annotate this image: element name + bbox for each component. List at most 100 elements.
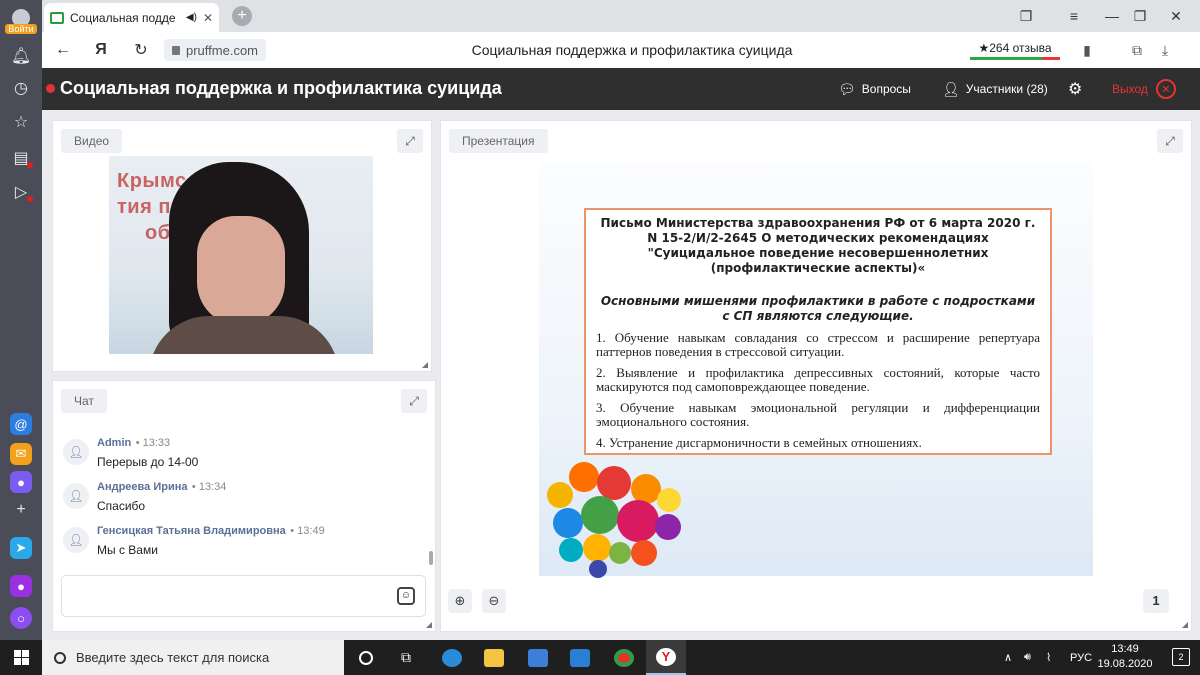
task-view-icon[interactable]: ⧉ (386, 640, 426, 675)
address-bar: ← Я ↻ pruffme.com Социальная поддержка и… (42, 32, 1200, 68)
tray-chevron-icon[interactable]: ∧ (1004, 640, 1012, 675)
mail-icon[interactable] (560, 640, 600, 675)
close-window-icon[interactable]: ✕ (1156, 0, 1196, 32)
chrome-icon[interactable] (604, 640, 644, 675)
tab-active[interactable]: Социальная подде ◀) ✕ (44, 3, 219, 32)
menu-icon[interactable]: ≡ (1054, 0, 1094, 32)
expand-video-icon[interactable]: ⤢ (397, 129, 423, 153)
clock-time: 13:49 (1111, 643, 1139, 655)
video-panel-label: Видео (61, 129, 123, 153)
collections-icon[interactable]: ▤ (0, 142, 42, 174)
video-panel: Видео ⤢ Крымс тр тия пр ального об (52, 120, 432, 372)
login-label: Войти (5, 23, 37, 34)
chat-input[interactable]: ☺ (61, 575, 426, 617)
slide-list-item: 3. Обучение навыкам эмоциональной регуля… (596, 400, 1040, 429)
telegram-icon[interactable]: ➤ (0, 532, 42, 564)
clock[interactable]: 13:49 19.08.2020 (1096, 642, 1154, 672)
downloads-icon[interactable]: ⤓ (1150, 32, 1180, 68)
cortana-icon[interactable] (346, 640, 386, 675)
slide-subheading: Основными мишенями профилактики в работе… (600, 294, 1036, 323)
speaker-icon[interactable]: ◀) (186, 12, 197, 23)
add-app-icon[interactable]: + (0, 494, 42, 526)
tabs-overview-icon[interactable]: ❐ (1006, 0, 1046, 32)
participants-button[interactable]: 👤︎ Участники (28) (942, 68, 1048, 110)
url-field[interactable]: pruffme.com (164, 39, 267, 61)
webinar-title: Социальная поддержка и профилактика суиц… (60, 78, 502, 98)
chat-message: 👤︎ Генсицкая Татьяна Владимировна • 13:4… (61, 521, 433, 565)
slide-text-box: Письмо Министерства здравоохранения РФ о… (584, 208, 1052, 455)
resize-handle-icon[interactable] (426, 622, 432, 628)
back-icon[interactable]: ← (48, 32, 78, 68)
zoom-in-icon[interactable]: ⊕ (448, 589, 472, 613)
lock-icon (172, 45, 180, 55)
yandex-browser-icon[interactable]: Y (646, 640, 686, 675)
expand-chat-icon[interactable]: ⤢ (401, 389, 427, 413)
rating-bar (970, 57, 1060, 60)
taskbar-search[interactable]: Введите здесь текст для поиска (42, 640, 344, 675)
chat-message: 👤︎ Admin • 13:33 Перерыв до 14-00 (61, 433, 433, 477)
slide-list-item: 4. Устранение дисгармоничности в семейны… (596, 435, 922, 450)
message-text: Перерыв до 14-00 (97, 455, 199, 469)
store-icon[interactable] (518, 640, 558, 675)
exit-label: Выход (1112, 82, 1148, 96)
alice-icon[interactable]: ○ (0, 602, 42, 634)
questions-button[interactable]: 💬︎ Вопросы (838, 68, 911, 110)
resize-handle-icon[interactable] (1182, 622, 1188, 628)
settings-gear-icon[interactable]: ⚙ (1068, 68, 1082, 110)
message-text: Мы с Вами (97, 543, 158, 557)
chat-message-list: 👤︎ Admin • 13:33 Перерыв до 14-00 👤︎ Анд… (61, 433, 433, 565)
history-icon[interactable]: ◷ (0, 72, 42, 104)
chat-scrollbar[interactable] (429, 551, 433, 565)
app-header: Социальная поддержка и профилактика суиц… (42, 68, 1200, 110)
bookmarks-star-icon[interactable]: ☆ (0, 106, 42, 138)
bell-icon[interactable]: 🔔︎ (0, 40, 42, 72)
exit-button[interactable]: Выход ✕ (1112, 68, 1176, 110)
message-time: • 13:34 (191, 481, 227, 493)
reviews-text: ★264 отзыва (978, 41, 1052, 55)
login-button[interactable]: Войти (0, 4, 42, 38)
yandex-logo-icon[interactable]: Я (86, 32, 116, 68)
close-tab-icon[interactable]: ✕ (203, 11, 213, 25)
file-explorer-icon[interactable] (474, 640, 514, 675)
edge-icon[interactable] (432, 640, 472, 675)
search-icon (54, 651, 66, 664)
reviews-badge[interactable]: ★264 отзыва (970, 38, 1060, 60)
slide-page-number: 1 (1143, 589, 1169, 613)
windows-logo-icon (13, 650, 29, 665)
bookmark-icon[interactable]: ▮ (1072, 32, 1102, 68)
resize-handle-icon[interactable] (422, 362, 428, 368)
tab-bar: Социальная подде ◀) ✕ + ❐ ≡ — ❐ ✕ (42, 0, 1200, 32)
avatar-icon: 👤︎ (63, 483, 89, 509)
music-app-icon[interactable]: ● (0, 570, 42, 602)
chat-panel-label: Чат (61, 389, 107, 413)
notifications-icon[interactable]: 2 (1172, 648, 1190, 666)
person-icon: 👤︎ (942, 80, 960, 97)
page-title: Социальная поддержка и профилактика суиц… (471, 42, 793, 58)
presentation-panel-label: Презентация (449, 129, 548, 153)
zoom-out-icon[interactable]: ⊖ (482, 589, 506, 613)
reload-icon[interactable]: ↻ (126, 32, 156, 68)
video-play-icon[interactable]: ▷ (0, 176, 42, 208)
chat-panel: Чат ⤢ 👤︎ Admin • 13:33 Перерыв до 14-00 … (52, 380, 436, 632)
mail-at-icon[interactable]: @ (0, 408, 42, 440)
language-indicator[interactable]: РУС (1070, 640, 1092, 675)
video-stream: Крымс тр тия пр ального об (109, 156, 373, 354)
message-author: Admin (97, 437, 132, 449)
browser-sidebar: Войти 🔔︎ ◷ ☆ ▤ ▷ @ ✉ ● + ➤ ● ○ (0, 0, 42, 640)
extensions-icon[interactable]: ⧉ (1122, 32, 1152, 68)
expand-presentation-icon[interactable]: ⤢ (1157, 129, 1183, 153)
start-button[interactable] (0, 640, 42, 675)
slide-list-item: 1. Обучение навыкам совладания со стресс… (596, 330, 1040, 359)
volume-icon[interactable]: 🔊︎ (1024, 640, 1031, 675)
message-time: • 13:49 (290, 525, 325, 537)
slide-list-item: 2. Выявление и профилактика депрессивных… (596, 365, 1040, 394)
exit-close-icon: ✕ (1155, 79, 1176, 99)
network-icon[interactable]: ⌇ (1046, 640, 1051, 675)
message-text: Спасибо (97, 499, 146, 513)
emoji-icon[interactable]: ☺ (397, 587, 415, 605)
questions-label: Вопросы (861, 82, 911, 96)
message-author: Генсицкая Татьяна Владимировна (97, 525, 286, 537)
restore-icon[interactable]: ❐ (1120, 0, 1160, 32)
new-tab-button[interactable]: + (232, 6, 252, 26)
message-time: • 13:33 (135, 437, 171, 449)
